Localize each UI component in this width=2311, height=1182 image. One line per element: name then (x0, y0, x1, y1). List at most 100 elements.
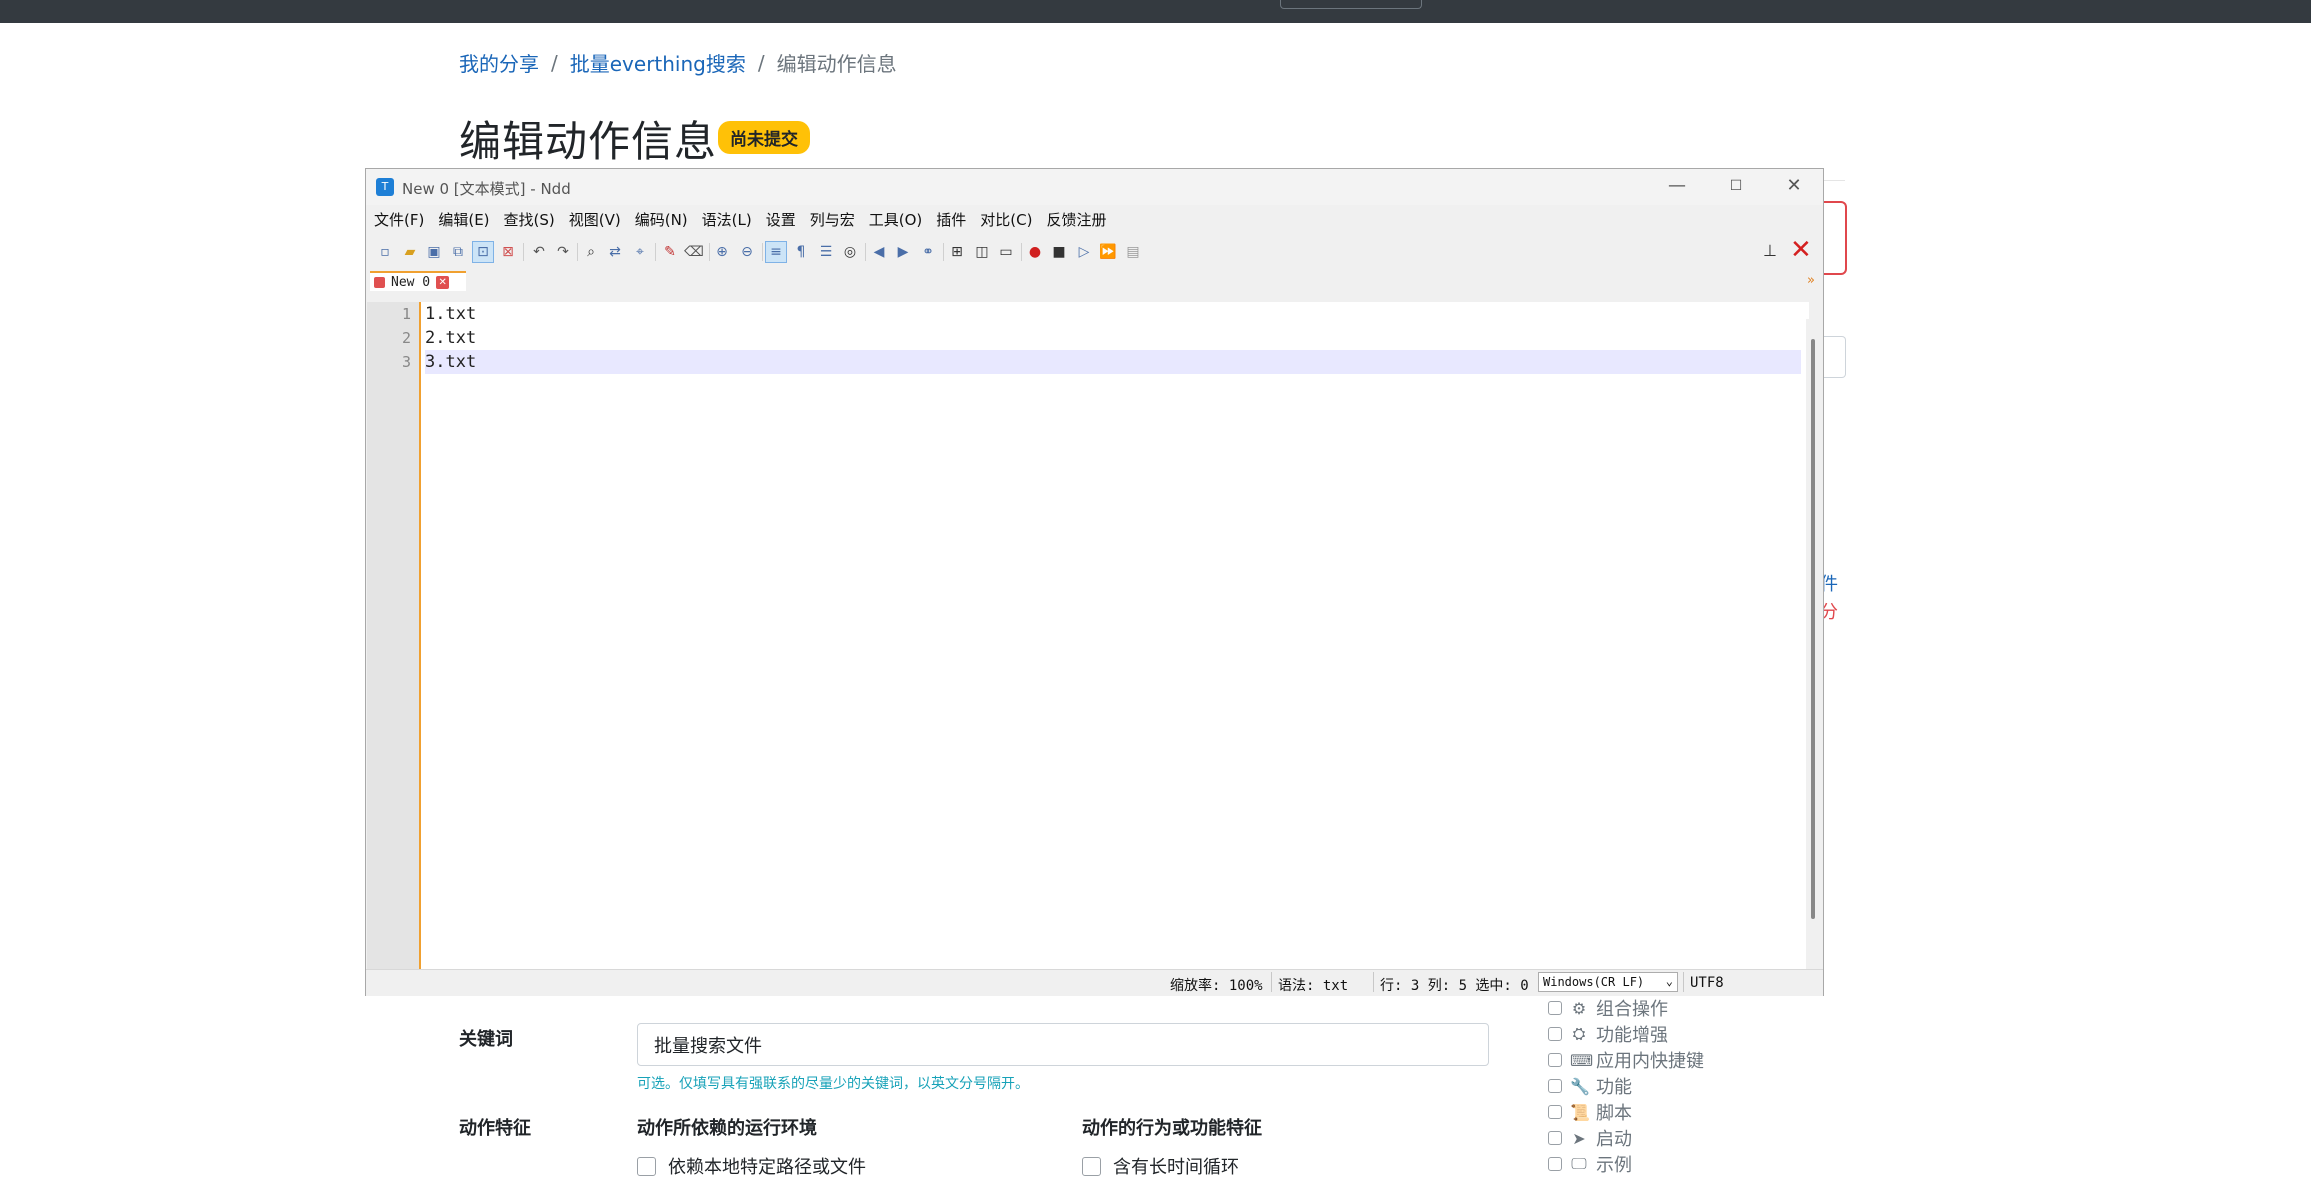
behavior-option-long-loop[interactable]: 含有长时间循环 (1082, 1153, 1239, 1179)
ndd-app-icon: T (376, 178, 394, 196)
clear-highlight-icon[interactable]: ⌫ (683, 241, 705, 263)
keyboard-icon: ⌨ (1570, 1050, 1594, 1070)
pin-icon[interactable]: ⊥ (1763, 241, 1777, 260)
tag-item[interactable]: ➤ 启动 (1548, 1125, 1704, 1151)
zoom-out-icon[interactable]: ⊖ (736, 241, 758, 263)
tag-item[interactable]: ⌨ 应用内快捷键 (1548, 1047, 1704, 1073)
tag-checkbox-list: ⚙ 组合操作 ⛭ 功能增强 ⌨ 应用内快捷键 🔧 功能 📜 脚本 ➤ 启动 🖵 示例 (1548, 995, 1704, 1177)
checkbox[interactable] (1548, 1079, 1562, 1093)
checkbox[interactable] (1548, 1157, 1562, 1171)
code-line-current[interactable]: 3.txt (425, 350, 1801, 374)
prev-icon[interactable]: ◀ (868, 241, 890, 263)
close-file-icon[interactable]: ⊠ (497, 241, 519, 263)
dir-compare-icon[interactable]: ⊞ (946, 241, 968, 263)
checkbox[interactable] (1548, 1105, 1562, 1119)
redo-icon[interactable]: ↷ (552, 241, 574, 263)
compare-icon[interactable]: ⚭ (917, 241, 939, 263)
menu-edit[interactable]: 编辑(E) (438, 209, 489, 230)
undo-icon[interactable]: ↶ (528, 241, 550, 263)
highlight-icon[interactable]: ✎ (659, 241, 681, 263)
window-titlebar[interactable]: T New 0 [文本模式] - Ndd — ☐ ✕ (366, 169, 1823, 205)
menu-file[interactable]: 文件(F) (374, 209, 424, 230)
collapse-icon[interactable]: » (1807, 273, 1815, 288)
menu-column-macro[interactable]: 列与宏 (810, 209, 855, 230)
replace-icon[interactable]: ⇄ (604, 241, 626, 263)
settings-icon[interactable]: ◎ (839, 241, 861, 263)
macro-record-icon[interactable]: ● (1024, 241, 1046, 263)
show-symbols-icon[interactable]: ¶ (790, 241, 812, 263)
macro-stop-icon[interactable]: ■ (1048, 241, 1070, 263)
word-wrap-icon[interactable]: ≡ (765, 241, 787, 263)
save-icon[interactable]: ▣ (423, 241, 445, 263)
checkbox[interactable] (1548, 1053, 1562, 1067)
panel-close-icon[interactable]: ✕ (1790, 235, 1812, 265)
goto-icon[interactable]: ⌖ (629, 241, 651, 263)
menu-feedback[interactable]: 反馈注册 (1046, 209, 1106, 230)
text-editor[interactable]: 1 2 3 1.txt 2.txt 3.txt (367, 302, 1809, 969)
ndd-editor-window: T New 0 [文本模式] - Ndd — ☐ ✕ 文件(F) 编辑(E) 查… (365, 168, 1824, 996)
checkbox[interactable] (1548, 1001, 1562, 1015)
tag-label: 组合操作 (1596, 999, 1668, 1020)
indent-guide-icon[interactable]: ☰ (815, 241, 837, 263)
tag-label: 应用内快捷键 (1596, 1051, 1704, 1072)
next-icon[interactable]: ▶ (892, 241, 914, 263)
open-folder-icon[interactable]: ▰ (399, 241, 421, 263)
monitor-icon[interactable]: ▭ (995, 241, 1017, 263)
tag-item[interactable]: ⚙ 组合操作 (1548, 995, 1704, 1021)
checkbox[interactable] (1548, 1131, 1562, 1145)
breadcrumb-batch-search[interactable]: 批量everthing搜索 (570, 48, 746, 77)
split-view-icon[interactable]: ◫ (971, 241, 993, 263)
menu-syntax[interactable]: 语法(L) (702, 209, 752, 230)
menu-settings[interactable]: 设置 (766, 209, 796, 230)
tag-label: 示例 (1596, 1155, 1632, 1176)
cubes-icon: ⛭ (1572, 1024, 1586, 1043)
save-all-icon[interactable]: ⧉ (447, 241, 469, 263)
tag-item[interactable]: 🖵 示例 (1548, 1151, 1704, 1177)
find-icon[interactable]: ⌕ (580, 241, 602, 263)
checkbox[interactable] (637, 1156, 656, 1176)
maximize-button[interactable]: ☐ (1716, 172, 1756, 200)
code-line[interactable]: 1.txt (425, 302, 1801, 326)
scrollbar-thumb[interactable] (1811, 339, 1815, 919)
env-option-local-path[interactable]: 依赖本地特定路径或文件 (637, 1153, 866, 1179)
navbar-button[interactable] (1280, 0, 1422, 9)
tag-item[interactable]: 📜 脚本 (1548, 1099, 1704, 1125)
status-badge: 尚未提交 (718, 121, 810, 154)
menu-search[interactable]: 查找(S) (504, 209, 555, 230)
zoom-status: 缩放率: 100% (1170, 978, 1263, 994)
minimize-button[interactable]: — (1657, 172, 1697, 200)
zoom-in-icon[interactable]: ⊕ (711, 241, 733, 263)
menu-plugins[interactable]: 插件 (936, 209, 966, 230)
code-line[interactable]: 2.txt (425, 326, 1801, 350)
text-mode-icon[interactable]: ⊡ (472, 241, 494, 263)
presentation-icon: 🖵 (1571, 1154, 1587, 1173)
status-divider (1373, 972, 1374, 992)
line-number: 3 (401, 353, 411, 371)
tag-item[interactable]: ⛭ 功能增强 (1548, 1021, 1704, 1047)
keyword-input[interactable] (637, 1023, 1489, 1066)
macro-run-multiple-icon[interactable]: ⏩ (1097, 241, 1119, 263)
new-file-icon[interactable]: ▫ (374, 241, 396, 263)
cursor-position-status: 行: 3 列: 5 选中: 0 (1380, 978, 1529, 994)
eol-select[interactable]: Windows(CR LF) ⌄ (1538, 972, 1678, 992)
vertical-scrollbar[interactable] (1806, 319, 1822, 986)
breadcrumb-my-shares[interactable]: 我的分享 (459, 48, 539, 77)
status-divider (1683, 972, 1684, 992)
tab-close-icon[interactable]: ✕ (436, 275, 450, 289)
menu-encoding[interactable]: 编码(N) (635, 209, 688, 230)
paper-plane-icon: ➤ (1572, 1128, 1586, 1148)
close-button[interactable]: ✕ (1774, 172, 1814, 200)
macro-play-icon[interactable]: ▷ (1073, 241, 1095, 263)
tag-item[interactable]: 🔧 功能 (1548, 1073, 1704, 1099)
checkbox[interactable] (1082, 1156, 1101, 1176)
menu-tools[interactable]: 工具(O) (869, 209, 923, 230)
checkbox[interactable] (1548, 1027, 1562, 1041)
tab-new-0[interactable]: New 0 ✕ (370, 271, 466, 291)
menu-compare[interactable]: 对比(C) (980, 209, 1032, 230)
breadcrumb-separator: / (757, 50, 765, 75)
status-divider (1271, 972, 1272, 992)
menu-view[interactable]: 视图(V) (569, 209, 621, 230)
top-navbar (0, 0, 2311, 23)
tag-label: 启动 (1596, 1129, 1632, 1150)
macro-save-icon[interactable]: ▤ (1122, 241, 1144, 263)
